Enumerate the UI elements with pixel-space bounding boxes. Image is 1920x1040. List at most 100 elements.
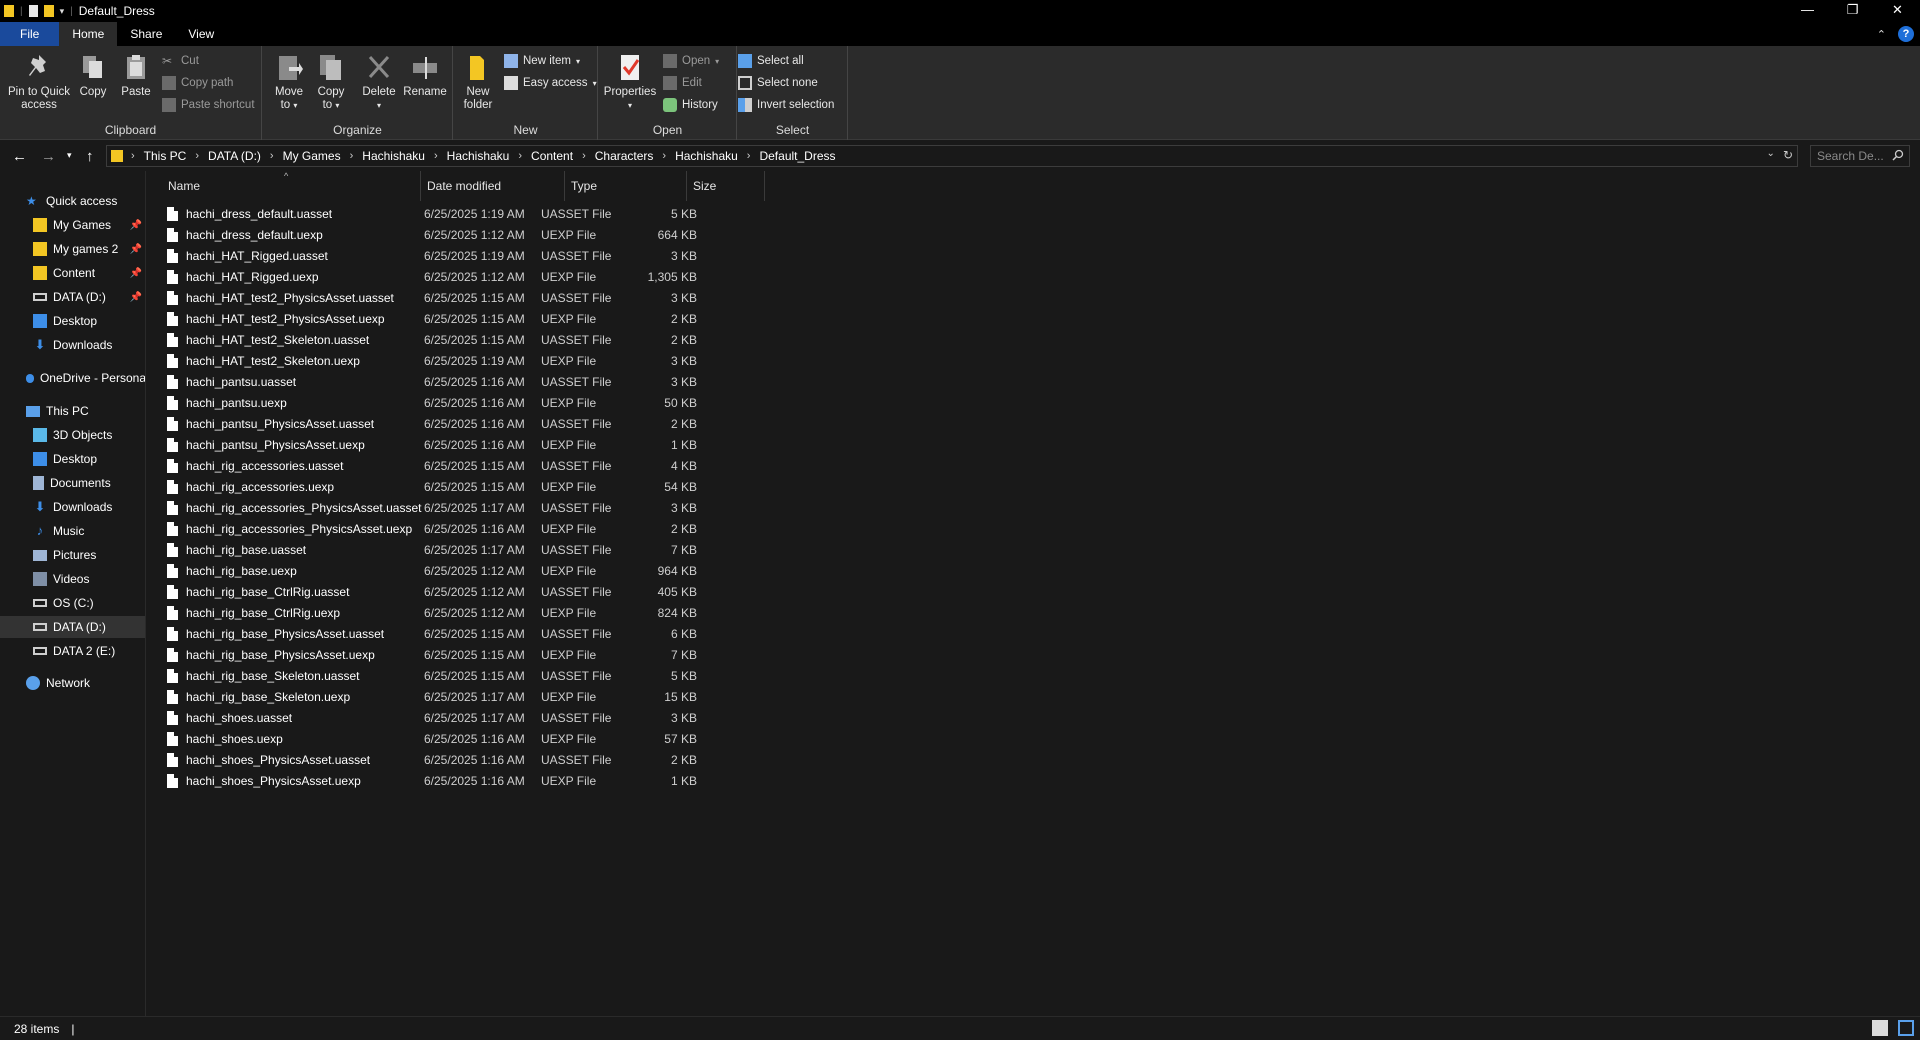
file-row[interactable]: hachi_HAT_Rigged.uasset 6/25/2025 1:19 AM…	[165, 246, 910, 267]
nav-downloads-recent[interactable]: ⬇ Downloads	[0, 334, 145, 356]
paste-shortcut-button[interactable]: Paste shortcut	[162, 96, 255, 114]
breadcrumb-default-dress[interactable]: Default_Dress	[759, 149, 835, 163]
breadcrumb-this-pc[interactable]: This PC	[144, 149, 187, 163]
properties-qat-icon[interactable]	[28, 5, 38, 17]
select-none-button[interactable]: Select none	[738, 74, 818, 92]
breadcrumb-content[interactable]: Content	[531, 149, 573, 163]
move-to-button[interactable]: Move to ▾	[271, 52, 307, 112]
breadcrumb-sep[interactable]: ›	[195, 150, 199, 162]
tab-share[interactable]: Share	[117, 22, 175, 46]
column-header-name[interactable]: Name	[165, 171, 421, 201]
address-bar[interactable]: › This PC › DATA (D:) › My Games › Hachi…	[106, 145, 1798, 167]
nav-downloads[interactable]: ⬇ Downloads	[0, 496, 145, 518]
breadcrumb-sep[interactable]: ›	[270, 150, 274, 162]
pin-icon[interactable]: 📌	[130, 292, 142, 303]
breadcrumb-sep[interactable]: ›	[518, 150, 522, 162]
details-view-icon[interactable]	[1872, 1020, 1888, 1036]
copy-button[interactable]: Copy	[78, 52, 108, 99]
file-row[interactable]: hachi_shoes_PhysicsAsset.uexp 6/25/2025 1…	[165, 771, 910, 792]
file-row[interactable]: hachi_HAT_test2_PhysicsAsset.uasset 6/25/…	[165, 288, 910, 309]
nav-os-c[interactable]: OS (C:)	[0, 592, 145, 614]
file-row[interactable]: hachi_rig_base.uasset 6/25/2025 1:17 AM UA…	[165, 540, 910, 561]
copy-path-button[interactable]: Copy path	[162, 74, 233, 92]
file-row[interactable]: hachi_rig_accessories_PhysicsAsset.uexp 6…	[165, 519, 910, 540]
breadcrumb-data-d[interactable]: DATA (D:)	[208, 149, 261, 163]
file-row[interactable]: hachi_HAT_Rigged.uexp 6/25/2025 1:12 AM UE…	[165, 267, 910, 288]
breadcrumb-sep[interactable]: ›	[582, 150, 586, 162]
help-icon[interactable]: ?	[1898, 26, 1914, 42]
column-header-size[interactable]: Size	[687, 171, 765, 201]
breadcrumb-hachishaku[interactable]: Hachishaku	[362, 149, 425, 163]
breadcrumb-sep[interactable]: ›	[131, 150, 135, 162]
nav-pictures[interactable]: Pictures	[0, 544, 145, 566]
easy-access-button[interactable]: Easy access ▾	[504, 74, 597, 92]
breadcrumb-hachishaku-2[interactable]: Hachishaku	[447, 149, 510, 163]
file-row[interactable]: hachi_HAT_test2_PhysicsAsset.uexp 6/25/20…	[165, 309, 910, 330]
pin-icon[interactable]: 📌	[130, 268, 142, 279]
pin-to-quick-access-button[interactable]: Pin to Quick access	[6, 52, 72, 112]
properties-button[interactable]: Properties ▾	[603, 52, 657, 112]
nav-data-d-pinned[interactable]: DATA (D:) 📌	[0, 286, 145, 308]
nav-quick-access[interactable]: ★ Quick access	[0, 190, 145, 212]
nav-documents[interactable]: Documents	[0, 472, 145, 494]
file-row[interactable]: hachi_pantsu.uexp 6/25/2025 1:16 AM UEXP F…	[165, 393, 910, 414]
file-row[interactable]: hachi_rig_base_PhysicsAsset.uasset 6/25/2…	[165, 624, 910, 645]
file-row[interactable]: hachi_pantsu_PhysicsAsset.uexp 6/25/2025 …	[165, 435, 910, 456]
back-arrow-icon[interactable]: ←	[12, 148, 27, 165]
file-row[interactable]: hachi_rig_base_CtrlRig.uexp 6/25/2025 1:1…	[165, 603, 910, 624]
file-row[interactable]: hachi_pantsu.uasset 6/25/2025 1:16 AM UASS…	[165, 372, 910, 393]
tab-file[interactable]: File	[0, 22, 60, 46]
nav-this-pc[interactable]: This PC	[0, 400, 145, 422]
file-row[interactable]: hachi_rig_accessories_PhysicsAsset.uasse…	[165, 498, 910, 519]
collapse-ribbon-icon[interactable]: ⌃	[1877, 28, 1886, 41]
nav-data-2-e[interactable]: DATA 2 (E:)	[0, 640, 145, 662]
file-row[interactable]: hachi_shoes.uexp 6/25/2025 1:16 AM UEXP Fi…	[165, 729, 910, 750]
restore-button[interactable]: ❐	[1830, 0, 1875, 22]
nav-content[interactable]: Content 📌	[0, 262, 145, 284]
large-icons-view-icon[interactable]	[1898, 1020, 1914, 1036]
column-header-date[interactable]: Date modified	[421, 171, 565, 201]
forward-arrow-icon[interactable]: →	[41, 148, 56, 165]
file-row[interactable]: hachi_rig_base_PhysicsAsset.uexp 6/25/202…	[165, 645, 910, 666]
edit-button[interactable]: Edit	[663, 74, 702, 92]
rename-button[interactable]: Rename	[403, 52, 447, 99]
tab-view[interactable]: View	[175, 22, 227, 46]
new-folder-qat-icon[interactable]	[43, 5, 54, 17]
copy-to-button[interactable]: Copy to ▾	[313, 52, 349, 112]
file-row[interactable]: hachi_dress_default.uasset 6/25/2025 1:19…	[165, 204, 910, 225]
up-arrow-icon[interactable]: ↑	[86, 148, 94, 165]
minimize-button[interactable]: —	[1785, 0, 1830, 22]
file-row[interactable]: hachi_dress_default.uexp 6/25/2025 1:12 A…	[165, 225, 910, 246]
history-button[interactable]: History	[663, 96, 718, 114]
select-all-button[interactable]: Select all	[738, 52, 804, 70]
file-row[interactable]: hachi_shoes_PhysicsAsset.uasset 6/25/2025…	[165, 750, 910, 771]
breadcrumb-my-games[interactable]: My Games	[283, 149, 341, 163]
refresh-icon[interactable]: ↻	[1783, 148, 1793, 162]
nav-desktop[interactable]: Desktop	[0, 448, 145, 470]
new-item-button[interactable]: New item ▾	[504, 52, 580, 70]
address-history-chevron-icon[interactable]: ⌄	[1767, 148, 1775, 162]
file-row[interactable]: hachi_rig_base_Skeleton.uasset 6/25/2025 …	[165, 666, 910, 687]
pin-icon[interactable]: 📌	[130, 244, 142, 255]
nav-onedrive[interactable]: OneDrive - Persona	[0, 367, 145, 389]
recent-locations-chevron-icon[interactable]: ▾	[67, 150, 72, 161]
file-row[interactable]: hachi_pantsu_PhysicsAsset.uasset 6/25/202…	[165, 414, 910, 435]
file-row[interactable]: hachi_HAT_test2_Skeleton.uexp 6/25/2025 1…	[165, 351, 910, 372]
nav-music[interactable]: ♪ Music	[0, 520, 145, 542]
file-row[interactable]: hachi_rig_accessories.uexp 6/25/2025 1:15…	[165, 477, 910, 498]
column-header-type[interactable]: Type	[565, 171, 687, 201]
file-row[interactable]: hachi_rig_base_Skeleton.uexp 6/25/2025 1:…	[165, 687, 910, 708]
file-row[interactable]: hachi_rig_base.uexp 6/25/2025 1:12 AM UEXP…	[165, 561, 910, 582]
paste-button[interactable]: Paste	[120, 52, 152, 99]
breadcrumb-characters[interactable]: Characters	[595, 149, 654, 163]
nav-my-games[interactable]: My Games 📌	[0, 214, 145, 236]
new-folder-button[interactable]: New folder	[460, 52, 496, 112]
file-row[interactable]: hachi_rig_accessories.uasset 6/25/2025 1:…	[165, 456, 910, 477]
breadcrumb-hachishaku-3[interactable]: Hachishaku	[675, 149, 738, 163]
file-row[interactable]: hachi_shoes.uasset 6/25/2025 1:17 AM UASSE…	[165, 708, 910, 729]
nav-network[interactable]: Network	[0, 672, 145, 694]
file-row[interactable]: hachi_rig_base_CtrlRig.uasset 6/25/2025 1…	[165, 582, 910, 603]
nav-my-games-2[interactable]: My games 2 📌	[0, 238, 145, 260]
delete-button[interactable]: Delete ▾	[361, 52, 397, 112]
breadcrumb-sep[interactable]: ›	[350, 150, 354, 162]
